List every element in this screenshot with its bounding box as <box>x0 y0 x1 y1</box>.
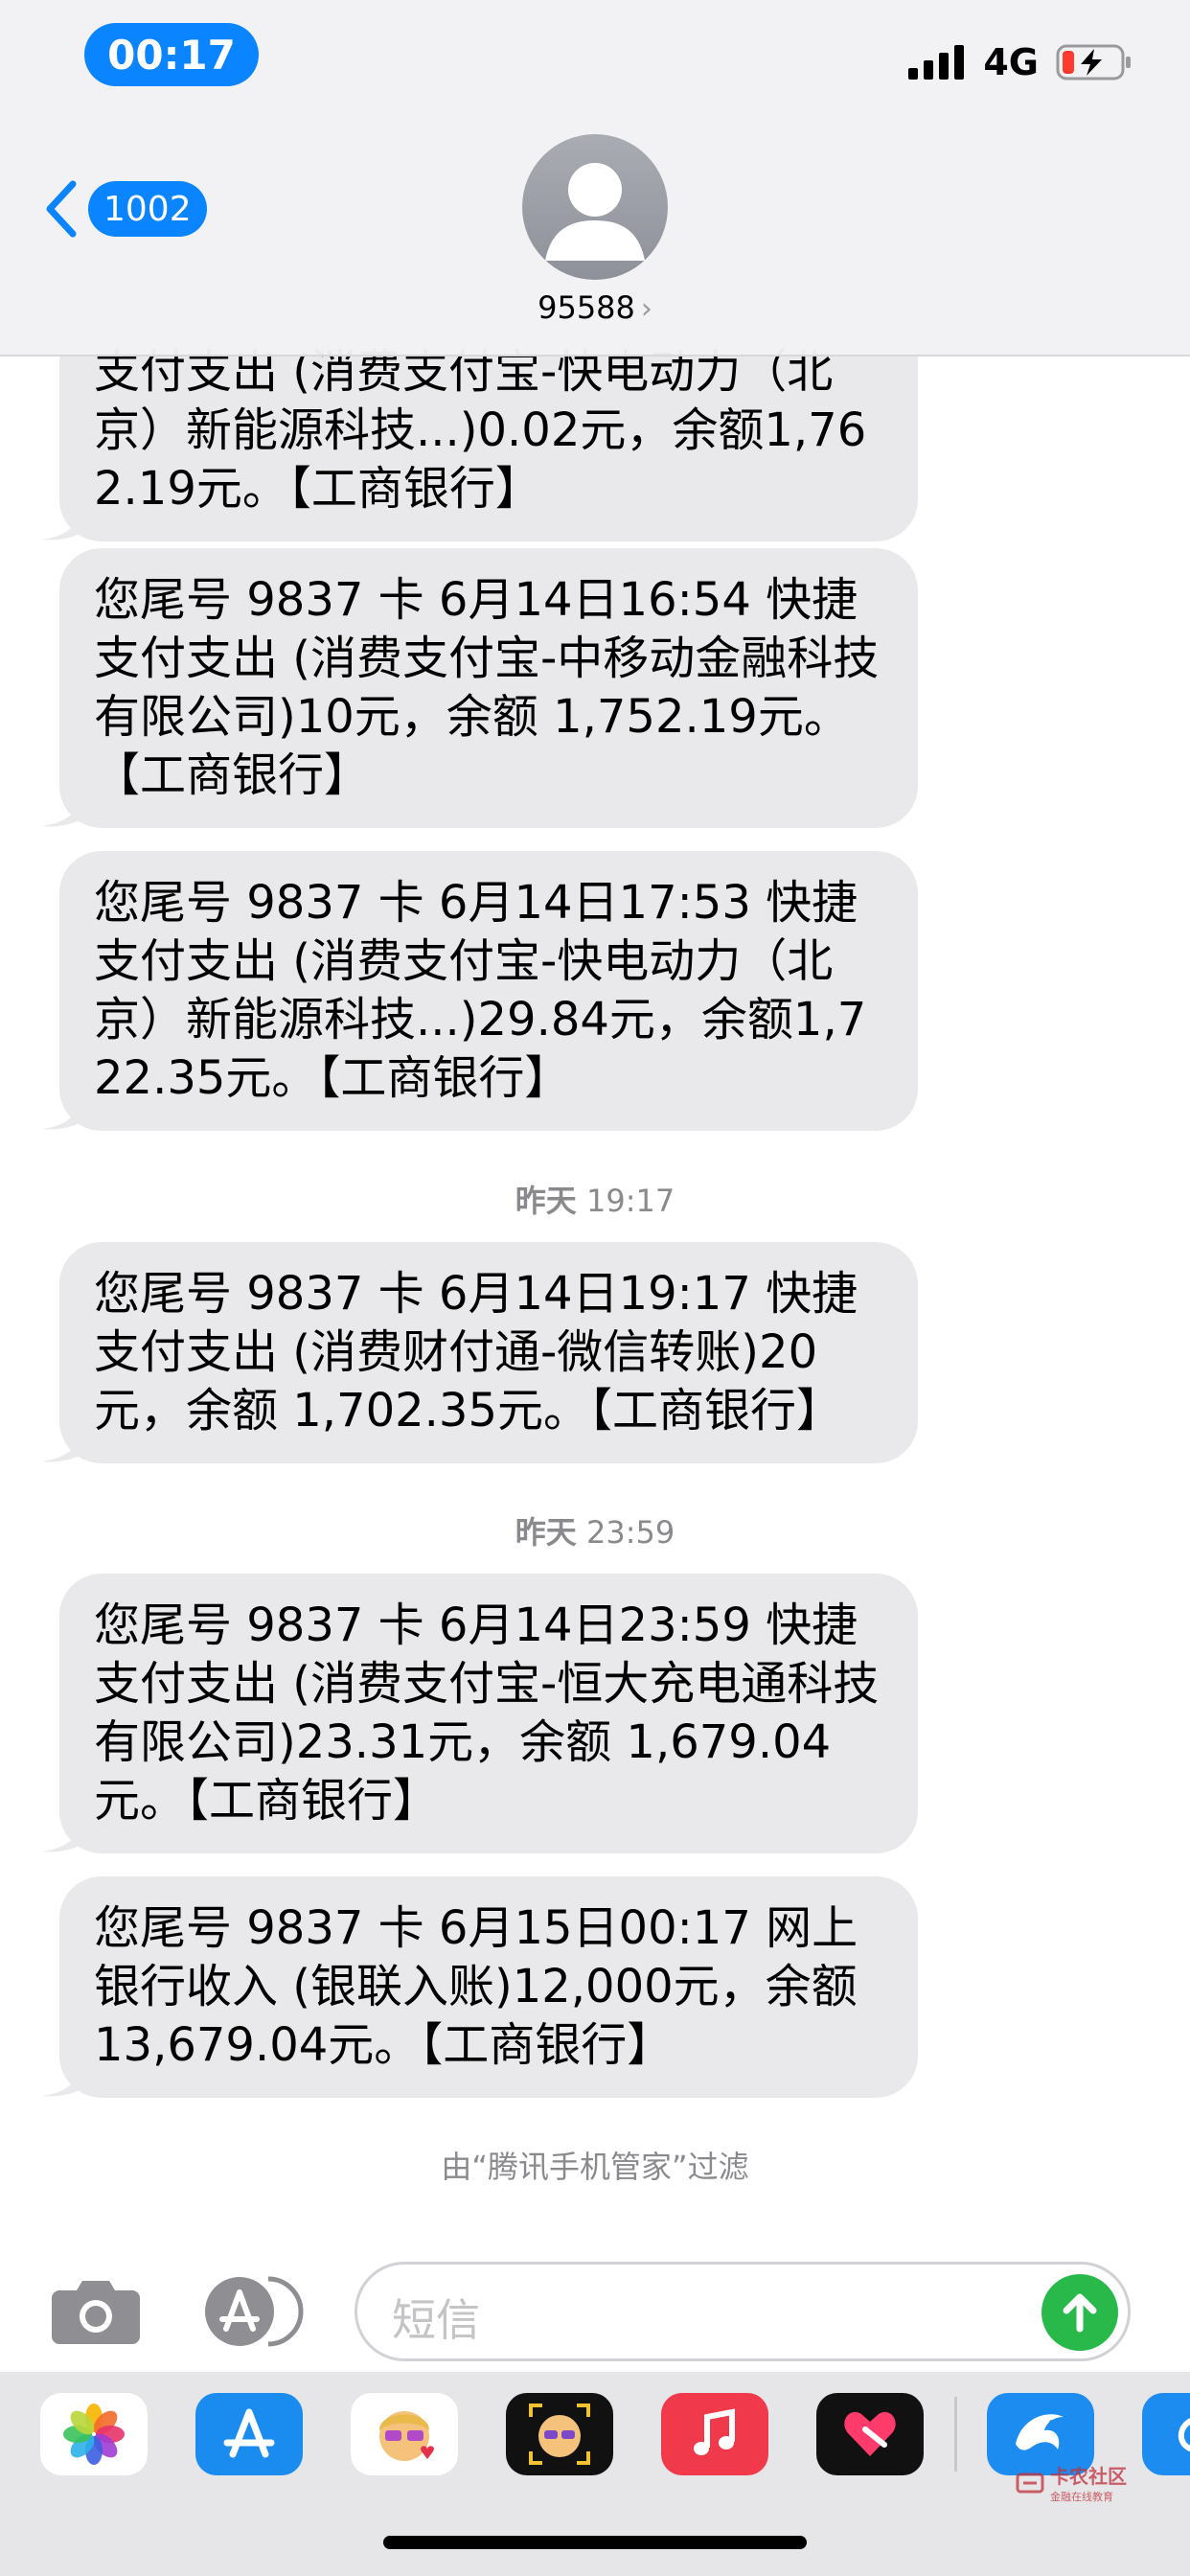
message-text: 支付支出 (消费支付宝-快电动力（北京）新能源科技...)0.02元，余额1,7… <box>94 345 867 516</box>
unread-badge: 1002 <box>88 181 207 237</box>
animoji-icon <box>529 2404 590 2465</box>
apps-icon <box>205 2276 304 2347</box>
timestamp-time: 19:17 <box>585 1183 675 1219</box>
watermark-logo-icon <box>1016 2472 1044 2493</box>
bubble-tail <box>42 2058 90 2097</box>
message-bubble[interactable]: 您尾号 9837 卡 6月15日00:17 网上银行收入 (银联入账)12,00… <box>42 1876 918 2098</box>
watermark-text: 卡农社区 金融在线教育 <box>1050 2461 1127 2504</box>
watermark: 卡农社区 金融在线教育 <box>1016 2461 1127 2504</box>
message-input[interactable]: 短信 <box>355 2262 1131 2361</box>
bubble-tail <box>42 501 90 540</box>
bubble-tail <box>42 1423 90 1462</box>
watermark-line1: 卡农社区 <box>1050 2465 1127 2488</box>
network-type: 4G <box>983 41 1039 83</box>
music-app-icon[interactable] <box>661 2393 768 2475</box>
app-store-icon <box>223 2408 275 2458</box>
contact-name[interactable]: 95588 › <box>0 289 1190 326</box>
timestamp-day: 昨天 <box>515 1514 577 1551</box>
watermark-line2: 金融在线教育 <box>1050 2491 1113 2503</box>
chevron-right-icon: › <box>640 292 652 326</box>
message-bubble[interactable]: 您尾号 9837 卡 6月14日16:54 快捷支付支出 (消费支付宝-中移动金… <box>42 548 918 828</box>
message-bubble[interactable]: 您尾号 9837 卡 6月14日17:53 快捷支付支出 (消费支付宝-快电动力… <box>42 851 918 1131</box>
camera-icon <box>52 2281 140 2344</box>
timestamp-time: 23:59 <box>585 1514 675 1551</box>
bubble-tail <box>42 788 90 827</box>
unread-count: 1002 <box>103 189 192 229</box>
timestamp-day: 昨天 <box>515 1183 577 1219</box>
photos-icon <box>63 2404 125 2465</box>
memoji-icon <box>379 2411 434 2461</box>
app-store-button[interactable] <box>201 2275 305 2352</box>
arrow-up-icon <box>1063 2293 1097 2333</box>
message-bubble[interactable]: 您尾号 9837 卡 6月14日19:17 快捷支付支出 (消费财付通-微信转账… <box>42 1242 918 1463</box>
photos-app-icon[interactable] <box>40 2393 148 2475</box>
partial-app-icon[interactable] <box>1142 2393 1190 2475</box>
heart-touch-icon <box>844 2411 896 2456</box>
app-store-app-icon[interactable] <box>195 2393 303 2475</box>
conversation-header: 00:17 4G 1002 95588 › <box>0 0 1190 356</box>
back-button[interactable]: 1002 <box>42 178 207 240</box>
message-text: 您尾号 9837 卡 6月14日19:17 快捷支付支出 (消费财付通-微信转账… <box>94 1267 858 1438</box>
contact-avatar[interactable] <box>522 134 668 280</box>
status-time-text: 00:17 <box>107 31 236 79</box>
messages-screen: 支付支出 (消费支付宝-快电动力（北京）新能源科技...)0.02元，余额1,7… <box>0 0 1190 2576</box>
input-placeholder: 短信 <box>392 2294 480 2346</box>
chevron-left-icon <box>46 180 77 238</box>
bubble-tail <box>42 1813 90 1852</box>
digital-touch-app-icon[interactable] <box>816 2393 924 2475</box>
message-text: 您尾号 9837 卡 6月14日16:54 快捷支付支出 (消费支付宝-中移动金… <box>94 573 880 802</box>
app-icon <box>1178 2418 1190 2452</box>
music-note-icon <box>694 2408 735 2455</box>
contact-number: 95588 <box>538 289 635 326</box>
filter-note: 由“腾讯手机管家”过滤 <box>441 2149 749 2185</box>
camera-button[interactable] <box>50 2277 142 2350</box>
timestamp: 昨天 19:17 <box>0 1177 1190 1221</box>
timestamp: 昨天 23:59 <box>0 1508 1190 1552</box>
drawer-divider <box>954 2397 957 2472</box>
signal-icon <box>908 45 965 80</box>
message-bubble[interactable]: 您尾号 9837 卡 6月14日23:59 快捷支付支出 (消费支付宝-恒大充电… <box>42 1574 918 1853</box>
memoji-stickers-app-icon[interactable] <box>351 2393 458 2475</box>
message-text: 您尾号 9837 卡 6月14日17:53 快捷支付支出 (消费支付宝-快电动力… <box>94 876 867 1105</box>
message-text: 您尾号 9837 卡 6月14日23:59 快捷支付支出 (消费支付宝-恒大充电… <box>94 1598 880 1828</box>
status-time[interactable]: 00:17 <box>84 23 259 86</box>
compose-bar: 短信 <box>0 2242 1190 2377</box>
person-icon <box>545 163 645 261</box>
send-button[interactable] <box>1041 2274 1118 2351</box>
battery-charging-icon <box>1056 44 1131 80</box>
home-indicator[interactable] <box>383 2536 807 2549</box>
memoji-camera-app-icon[interactable] <box>506 2393 613 2475</box>
bubble-tail <box>42 1091 90 1130</box>
status-icons: 4G <box>908 38 1133 86</box>
message-text: 您尾号 9837 卡 6月15日00:17 网上银行收入 (银联入账)12,00… <box>94 1901 858 2072</box>
